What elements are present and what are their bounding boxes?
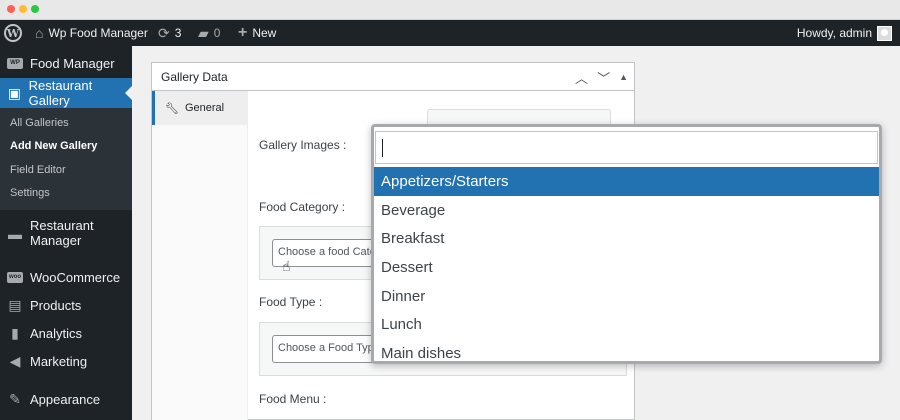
pointer-cursor-icon: ☝︎ <box>282 258 291 274</box>
gallery-icon: ▣ <box>7 84 21 101</box>
dropdown-options: Appetizers/Starters Beverage Breakfast D… <box>374 167 879 361</box>
option-dinner[interactable]: Dinner <box>374 282 879 311</box>
sidebar-item-marketing[interactable]: ◀ Marketing <box>0 351 132 371</box>
option-beverage[interactable]: Beverage <box>374 196 879 225</box>
food-type-select[interactable]: Choose a Food Type <box>272 335 382 363</box>
option-dessert[interactable]: Dessert <box>374 253 879 282</box>
option-breakfast[interactable]: Breakfast <box>374 224 879 253</box>
maximize-window-button[interactable] <box>31 5 39 13</box>
sidebar-item-woocommerce[interactable]: woo WooCommerce <box>0 267 132 287</box>
option-appetizers-starters[interactable]: Appetizers/Starters <box>374 167 879 196</box>
new-content-link[interactable]: + New <box>238 20 276 46</box>
brush-icon: ✎ <box>9 390 21 407</box>
food-manager-icon: WP <box>7 57 23 69</box>
food-category-label: Food Category : <box>259 200 346 214</box>
food-category-dropdown: Appetizers/Starters Beverage Breakfast D… <box>371 124 882 364</box>
move-down-icon[interactable]: ﹀ <box>597 68 610 87</box>
food-type-label: Food Type : <box>259 295 323 309</box>
toggle-panel-icon[interactable]: ▲ <box>619 72 628 82</box>
sidebar-item-label: Marketing <box>30 353 88 369</box>
sidebar-item-appearance[interactable]: ✎ Appearance <box>0 389 132 409</box>
analytics-icon: ▮ <box>11 324 19 341</box>
dropdown-search-input[interactable] <box>375 131 878 164</box>
comments-link[interactable]: ▰ 0 <box>198 20 220 46</box>
restaurant-icon: ▬ <box>8 226 22 242</box>
admin-sidebar: WP Food Manager ▣ Restaurant Gallery All… <box>0 46 132 420</box>
megaphone-icon: ◀ <box>9 352 21 369</box>
tab-general[interactable]: 🔧︎ General <box>152 91 247 125</box>
submenu-item-field-editor[interactable]: Field Editor <box>10 164 66 176</box>
avatar <box>877 25 892 41</box>
option-lunch[interactable]: Lunch <box>374 310 879 339</box>
sidebar-item-label: Restaurant Gallery <box>28 78 93 108</box>
window-chrome <box>0 0 900 20</box>
sidebar-item-analytics[interactable]: ▮ Analytics <box>0 323 132 343</box>
postbox-tabs: 🔧︎ General <box>152 91 248 420</box>
home-icon: ⌂ <box>35 25 44 41</box>
site-name: Wp Food Manager <box>48 26 148 40</box>
my-account-link[interactable]: Howdy, admin <box>797 20 892 46</box>
sidebar-item-label: WooCommerce <box>30 269 121 285</box>
comment-icon: ▰ <box>198 25 209 41</box>
sidebar-item-label: Appearance <box>30 391 101 407</box>
postbox-header: Gallery Data ︿ ﹀ ▲ <box>152 63 634 91</box>
wrench-icon: 🔧︎ <box>165 102 179 115</box>
wordpress-icon: W <box>4 24 22 42</box>
sidebar-item-label: Products <box>30 297 82 313</box>
postbox-title: Gallery Data <box>161 69 228 84</box>
howdy-text: Howdy, admin <box>796 26 872 40</box>
close-window-button[interactable] <box>7 5 15 13</box>
new-label: New <box>252 26 277 40</box>
comments-count: 0 <box>213 26 221 40</box>
wordpress-logo-button[interactable]: W <box>4 20 22 46</box>
sidebar-item-products[interactable]: ▤ Products <box>0 295 132 315</box>
admin-bar: W ⌂ Wp Food Manager ⟳ 3 ▰ 0 + New Howdy,… <box>0 20 900 46</box>
updates-count: 3 <box>174 26 182 40</box>
submenu-item-all-galleries[interactable]: All Galleries <box>10 117 69 129</box>
move-up-icon[interactable]: ︿ <box>575 68 588 87</box>
sidebar-item-restaurant-gallery[interactable]: ▣ Restaurant Gallery <box>0 78 132 108</box>
site-name-link[interactable]: ⌂ Wp Food Manager <box>35 20 148 46</box>
gallery-images-label: Gallery Images : <box>259 138 347 152</box>
submenu-item-settings[interactable]: Settings <box>10 187 50 199</box>
gallery-submenu: All Galleries Add New Gallery Field Edit… <box>0 108 132 210</box>
tab-general-label: General <box>184 102 225 114</box>
sidebar-item-label: Restaurant Manager <box>30 218 94 248</box>
submenu-item-add-new-gallery[interactable]: Add New Gallery <box>10 140 97 152</box>
sidebar-item-label: Analytics <box>30 325 83 341</box>
text-caret <box>382 138 383 157</box>
woocommerce-icon: woo <box>7 271 23 283</box>
sidebar-item-restaurant-manager[interactable]: ▬ Restaurant Manager <box>0 218 132 250</box>
plus-icon: + <box>238 24 248 41</box>
refresh-icon: ⟳ <box>158 25 170 41</box>
updates-link[interactable]: ⟳ 3 <box>158 20 181 46</box>
sidebar-item-label: Food Manager <box>30 55 115 71</box>
food-menu-label: Food Menu : <box>259 392 327 406</box>
minimize-window-button[interactable] <box>19 5 27 13</box>
sidebar-item-food-manager[interactable]: WP Food Manager <box>0 52 132 74</box>
products-icon: ▤ <box>8 296 22 313</box>
option-main-dishes[interactable]: Main dishes <box>374 339 879 361</box>
